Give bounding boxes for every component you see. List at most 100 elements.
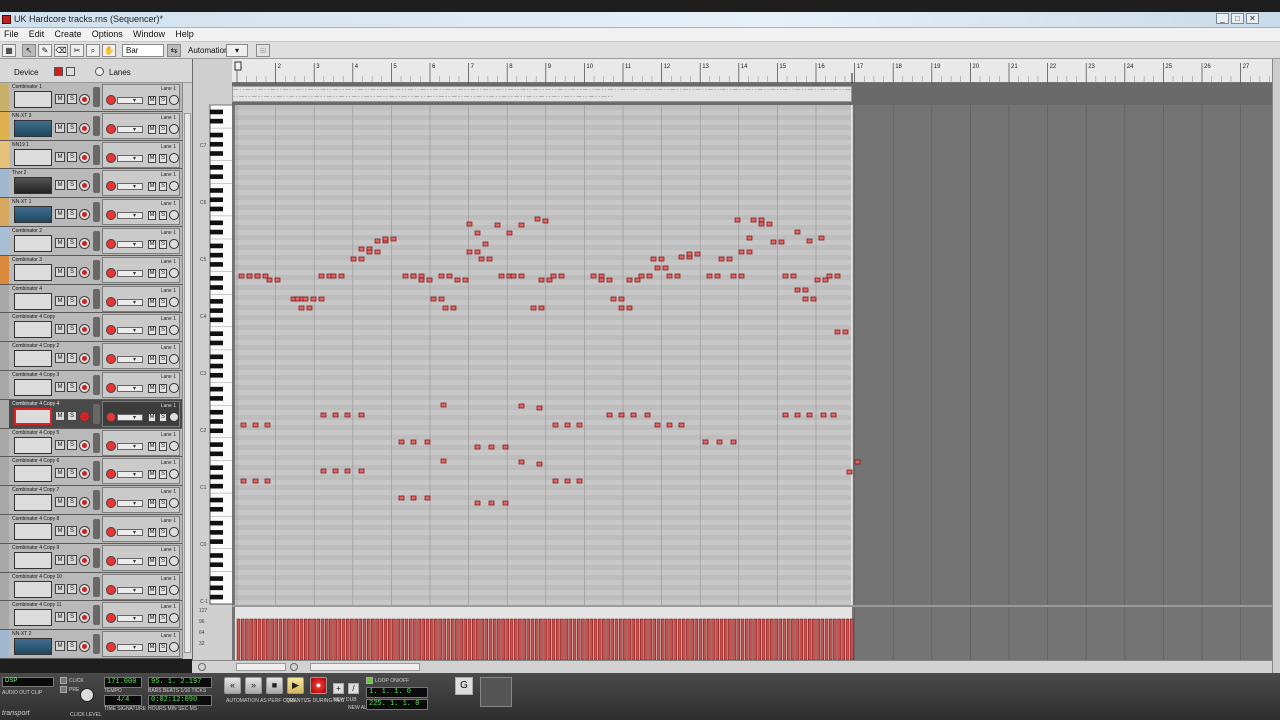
lane-record-button[interactable] (106, 238, 116, 249)
lane-knob[interactable] (169, 181, 179, 192)
menu-window[interactable]: Window (129, 28, 169, 39)
mute-button[interactable]: M (55, 554, 65, 565)
lane-solo-button[interactable]: S (159, 412, 167, 422)
lane-solo-button[interactable]: S (159, 499, 167, 509)
solo-button[interactable]: S (67, 353, 77, 364)
lane-strip[interactable]: Lane 1 ▾ M S (102, 631, 180, 658)
lane-record-button[interactable] (106, 382, 116, 393)
device-thumbnail[interactable] (14, 177, 52, 195)
device-thumbnail[interactable] (14, 551, 52, 569)
lane-select[interactable] (117, 125, 143, 133)
zoom-in-icon[interactable] (198, 663, 206, 671)
record-enable-button[interactable] (79, 94, 90, 105)
solo-button[interactable]: S (67, 295, 77, 306)
lane-solo-button[interactable]: S (159, 153, 167, 163)
mute-button[interactable]: M (55, 410, 65, 421)
lane-knob[interactable] (169, 95, 179, 105)
lane-mute-button[interactable]: M (148, 96, 156, 105)
lane-strip[interactable]: Lane 1 ▾ M S (102, 256, 180, 283)
lane-knob[interactable] (169, 382, 179, 393)
time-signature-display[interactable]: 4/4 (104, 695, 142, 706)
track-row[interactable]: Combinator 4 Copy 2 M S Lane 1 ▾ M S (0, 342, 182, 371)
lane-mute-button[interactable]: M (148, 326, 156, 336)
lane-knob[interactable] (169, 411, 179, 422)
device-thumbnail[interactable] (14, 119, 52, 137)
lane-knob[interactable] (169, 354, 179, 365)
mute-button[interactable]: M (55, 468, 65, 479)
device-thumbnail[interactable] (14, 321, 52, 339)
snap-toggle-icon[interactable]: ⇆ (167, 44, 181, 57)
lane-strip[interactable]: Lane 1 ▾ M S (102, 573, 180, 600)
lane-select[interactable] (117, 154, 143, 162)
device-thumbnail[interactable] (14, 436, 52, 454)
track-row[interactable]: Combinator 4 Copy 6 M S Lane 1 ▾ M S (0, 457, 182, 487)
solo-button[interactable]: S (67, 497, 77, 508)
lane-select[interactable] (117, 528, 143, 536)
lane-strip[interactable]: Lane 1 ▾ M S (102, 371, 180, 398)
select-tool-icon[interactable]: ↖ (22, 44, 36, 57)
lane-select[interactable] (117, 442, 143, 450)
bar-ruler[interactable]: 1234567891011121314151617181920212223242… (232, 59, 1272, 83)
horizontal-scrollbar[interactable] (192, 660, 1272, 673)
mute-button[interactable]: M (55, 525, 65, 536)
lane-solo-button[interactable]: S (159, 211, 167, 221)
track-row[interactable]: Combinator 4 Copy 3 M S Lane 1 ▾ M S (0, 370, 182, 400)
lane-record-button[interactable] (106, 95, 116, 105)
lane-knob[interactable] (169, 584, 179, 595)
lane-solo-button[interactable]: S (159, 441, 167, 451)
rec-all-icon[interactable] (54, 67, 63, 76)
mute-button[interactable]: M (55, 122, 65, 133)
lane-mute-button[interactable]: M (148, 412, 156, 422)
new-alt-button[interactable]: / (348, 683, 359, 694)
magnify-tool-icon[interactable]: ⌕ (86, 44, 100, 57)
position-display[interactable]: 95. 1. 2.197 (148, 677, 212, 688)
lane-select[interactable] (117, 212, 143, 220)
solo-button[interactable]: S (67, 180, 77, 191)
lane-solo-button[interactable]: S (159, 470, 167, 480)
play-button[interactable]: ▶ (287, 677, 304, 694)
lane-strip[interactable]: Lane 1 ▾ M S (102, 429, 180, 456)
device-thumbnail[interactable] (14, 465, 52, 483)
device-thumbnail[interactable] (14, 234, 52, 252)
record-enable-button[interactable] (79, 554, 90, 566)
lane-solo-button[interactable]: S (159, 383, 167, 393)
lane-strip[interactable]: Lane 1 ▾ M S (102, 515, 180, 542)
lane-mute-button[interactable]: M (148, 643, 156, 653)
solo-button[interactable]: S (67, 410, 77, 421)
lane-knob[interactable] (169, 469, 179, 480)
device-thumbnail[interactable] (14, 407, 52, 425)
lane-record-button[interactable] (106, 267, 116, 278)
track-row[interactable]: Combinator 4 Copy 11 M S Lane 1 ▾ M S (0, 601, 182, 631)
device-thumbnail[interactable] (14, 292, 52, 310)
device-thumbnail[interactable] (14, 350, 52, 368)
menu-options[interactable]: Options (88, 28, 127, 39)
lane-select[interactable] (117, 240, 143, 248)
device-thumbnail[interactable] (14, 522, 52, 540)
track-row[interactable]: Combinator 4 Copy 10 M S Lane 1 ▾ M S (0, 572, 182, 602)
lane-record-button[interactable] (106, 354, 116, 365)
device-thumbnail[interactable] (14, 148, 52, 166)
track-row[interactable]: NN-XT 3 M S Lane 1 ▾ M S (0, 111, 182, 141)
lane-solo-button[interactable]: S (159, 239, 167, 249)
mute-button[interactable]: M (55, 94, 65, 104)
automation-select[interactable]: ▾ (226, 44, 248, 57)
velocity-lane[interactable] (232, 605, 1272, 660)
lane-mute-button[interactable]: M (148, 614, 156, 624)
lane-knob[interactable] (169, 325, 179, 336)
note-clip[interactable]: — - - — - - — - - — - - — - - — - - — - … (232, 86, 852, 102)
click-toggle[interactable] (60, 677, 67, 684)
scrollbar-thumb[interactable] (184, 113, 191, 653)
loop-toggle[interactable] (366, 677, 373, 684)
record-enable-button[interactable] (79, 641, 90, 653)
mute-button[interactable]: M (55, 439, 65, 450)
menu-file[interactable]: File (0, 28, 23, 39)
lane-strip[interactable]: Lane 1 ▾ M S (102, 84, 180, 110)
lane-mute-button[interactable]: M (148, 499, 156, 509)
lane-strip[interactable]: Lane 1 ▾ M S (102, 544, 180, 571)
record-enable-button[interactable] (79, 353, 90, 365)
lane-record-button[interactable] (106, 613, 116, 624)
zoom-out-icon[interactable] (290, 663, 298, 671)
lane-strip[interactable]: Lane 1 ▾ M S (102, 343, 180, 370)
solo-button[interactable]: S (67, 122, 77, 133)
lane-strip[interactable]: Lane 1 ▾ M S (102, 199, 180, 226)
